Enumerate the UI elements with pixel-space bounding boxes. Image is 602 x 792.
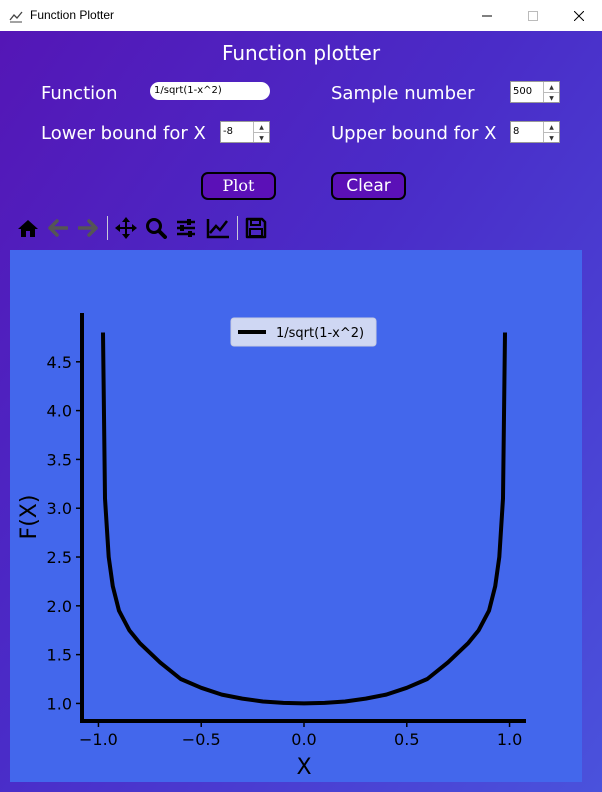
x-tick-label: 0.0 [291, 730, 316, 749]
upper-bound-spinbox[interactable]: 8 ▲ ▼ [510, 121, 560, 143]
series-line [101, 332, 507, 706]
configure-subplots-icon[interactable] [172, 214, 200, 242]
home-icon[interactable] [14, 214, 42, 242]
back-arrow-icon[interactable] [44, 214, 72, 242]
toolbar-separator [237, 216, 238, 240]
minimize-icon[interactable] [464, 0, 510, 31]
function-label: Function [41, 83, 118, 104]
save-icon[interactable] [242, 214, 270, 242]
plot-canvas[interactable]: −1.0 −0.5 0.0 0.5 1.0 1.0 1.5 2.0 2.5 3.0 3.5 4.0 4.… [10, 250, 582, 782]
spin-up-icon[interactable]: ▲ [254, 122, 269, 133]
upper-bound-label: Upper bound for X [331, 123, 497, 144]
edit-axis-icon[interactable] [204, 214, 232, 242]
function-input[interactable]: 1/sqrt(1-x^2) [150, 82, 270, 100]
window-title: Function Plotter [30, 8, 115, 22]
lower-bound-spinbox[interactable]: -8 ▲ ▼ [220, 121, 270, 143]
x-tick-label: −1.0 [79, 730, 118, 749]
pan-move-icon[interactable] [112, 214, 140, 242]
upper-bound-value: 8 [513, 126, 520, 137]
y-tick-label: 3.0 [47, 499, 72, 518]
plot-toolbar [14, 214, 274, 242]
toolbar-separator [107, 216, 108, 240]
chart-svg: −1.0 −0.5 0.0 0.5 1.0 1.0 1.5 2.0 2.5 3.0 3.5 4.0 4.… [17, 313, 526, 780]
zoom-icon[interactable] [142, 214, 170, 242]
main-panel: Function plotter Function 1/sqrt(1-x^2) … [0, 31, 602, 792]
clear-button[interactable]: Clear [331, 172, 406, 200]
sample-number-spinbox[interactable]: 500 ▲ ▼ [510, 81, 560, 103]
y-tick-label: 1.0 [47, 694, 72, 713]
y-tick-label: 1.5 [47, 646, 72, 665]
spin-down-icon[interactable]: ▼ [544, 93, 559, 103]
window-titlebar: Function Plotter [0, 0, 602, 32]
y-tick-label: 3.5 [47, 450, 72, 469]
y-axis-label: F(X) [17, 495, 42, 540]
forward-arrow-icon[interactable] [74, 214, 102, 242]
y-tick-label: 4.0 [47, 402, 72, 421]
lower-bound-value: -8 [223, 126, 233, 137]
chart-icon [9, 8, 23, 23]
y-tick-label: 2.5 [47, 548, 72, 567]
legend-entry: 1/sqrt(1-x^2) [276, 326, 364, 341]
maximize-icon[interactable] [510, 0, 556, 31]
spin-down-icon[interactable]: ▼ [544, 133, 559, 143]
lower-bound-label: Lower bound for X [41, 123, 206, 144]
x-tick-label: −0.5 [182, 730, 221, 749]
x-tick-label: 1.0 [497, 730, 522, 749]
sample-number-label: Sample number [331, 83, 475, 104]
y-tick-label: 4.5 [47, 353, 72, 372]
sample-number-value: 500 [513, 86, 533, 97]
x-tick-label: 0.5 [394, 730, 419, 749]
spin-down-icon[interactable]: ▼ [254, 133, 269, 143]
spin-up-icon[interactable]: ▲ [544, 82, 559, 93]
x-axis-label: X [296, 755, 311, 780]
close-icon[interactable] [556, 0, 602, 31]
page-title: Function plotter [221, 41, 381, 65]
plot-button[interactable]: Plot [201, 172, 276, 200]
y-tick-label: 2.0 [47, 597, 72, 616]
chart-legend: 1/sqrt(1-x^2) [230, 317, 377, 347]
spin-up-icon[interactable]: ▲ [544, 122, 559, 133]
